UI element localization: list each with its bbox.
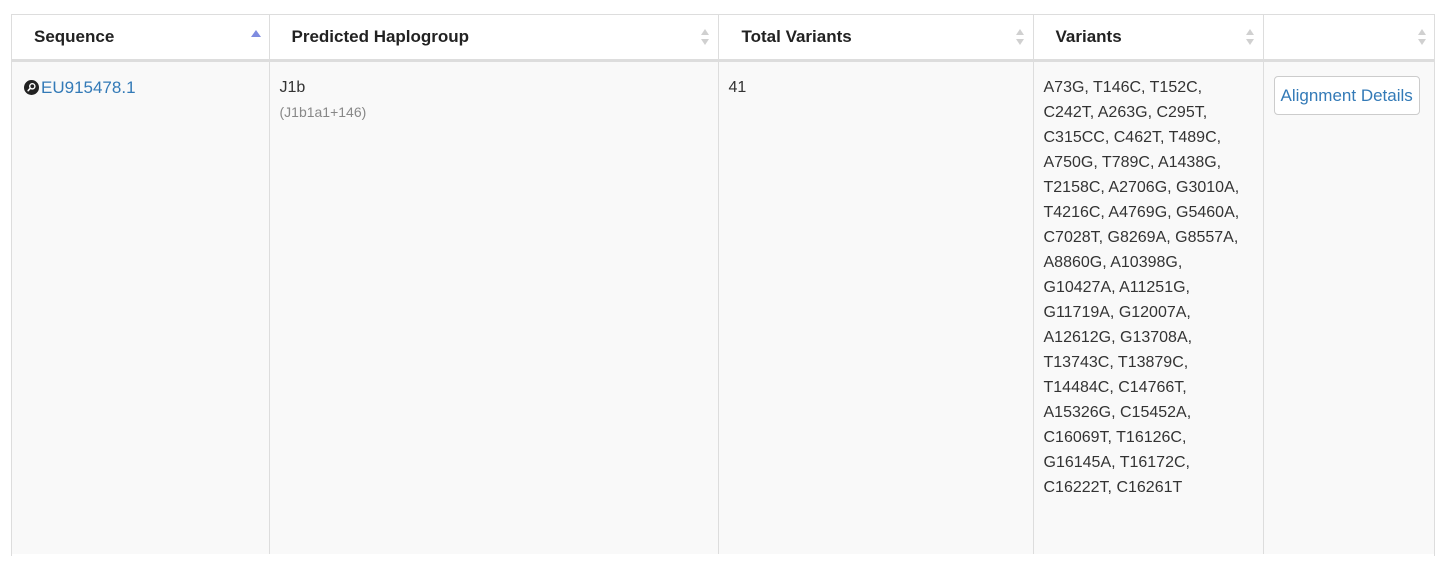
total-variants-value: 41	[728, 78, 747, 96]
header-actions[interactable]	[1263, 15, 1434, 62]
header-haplogroup-label: Predicted Haplogroup	[291, 26, 470, 46]
haplogroup-detail: (J1b1a1+146)	[279, 103, 367, 120]
sequence-link[interactable]: EU915478.1	[41, 75, 136, 100]
sort-both-icon[interactable]	[1015, 27, 1025, 47]
haplogroup-value: J1b	[279, 78, 306, 96]
sort-asc-icon[interactable]	[250, 27, 261, 47]
haplogroup-results-table: Sequence Predicted Haplogroup Total Vari…	[12, 15, 1434, 554]
actions-cell: Alignment Details	[1263, 60, 1434, 554]
sort-both-icon[interactable]	[1245, 27, 1255, 47]
total-variants-cell: 41	[718, 60, 1034, 554]
header-variants[interactable]: Variants	[1033, 15, 1264, 62]
header-sequence-label: Sequence	[34, 26, 115, 46]
header-total-variants-label: Total Variants	[741, 26, 852, 46]
haplogroup-cell: J1b (J1b1a1+146)	[269, 60, 719, 554]
variants-list: A73G, T146C, T152C, C242T, A263G, C295T,…	[1043, 78, 1240, 496]
results-table-container: Sequence Predicted Haplogroup Total Vari…	[11, 14, 1435, 556]
table-row: EU915478.1 J1b (J1b1a1+146) 41 A73G, T14…	[12, 60, 1434, 554]
magnifier-badge-icon[interactable]	[24, 78, 39, 95]
alignment-details-button[interactable]: Alignment Details	[1273, 75, 1420, 115]
header-total-variants[interactable]: Total Variants	[718, 15, 1034, 62]
header-predicted-haplogroup[interactable]: Predicted Haplogroup	[269, 15, 719, 62]
header-sequence[interactable]: Sequence	[12, 15, 270, 62]
header-variants-label: Variants	[1055, 26, 1122, 46]
sequence-cell: EU915478.1	[12, 60, 270, 554]
table-header-row: Sequence Predicted Haplogroup Total Vari…	[12, 15, 1434, 62]
sort-both-icon[interactable]	[1417, 27, 1427, 47]
variants-cell: A73G, T146C, T152C, C242T, A263G, C295T,…	[1033, 60, 1264, 554]
sort-both-icon[interactable]	[700, 27, 710, 47]
